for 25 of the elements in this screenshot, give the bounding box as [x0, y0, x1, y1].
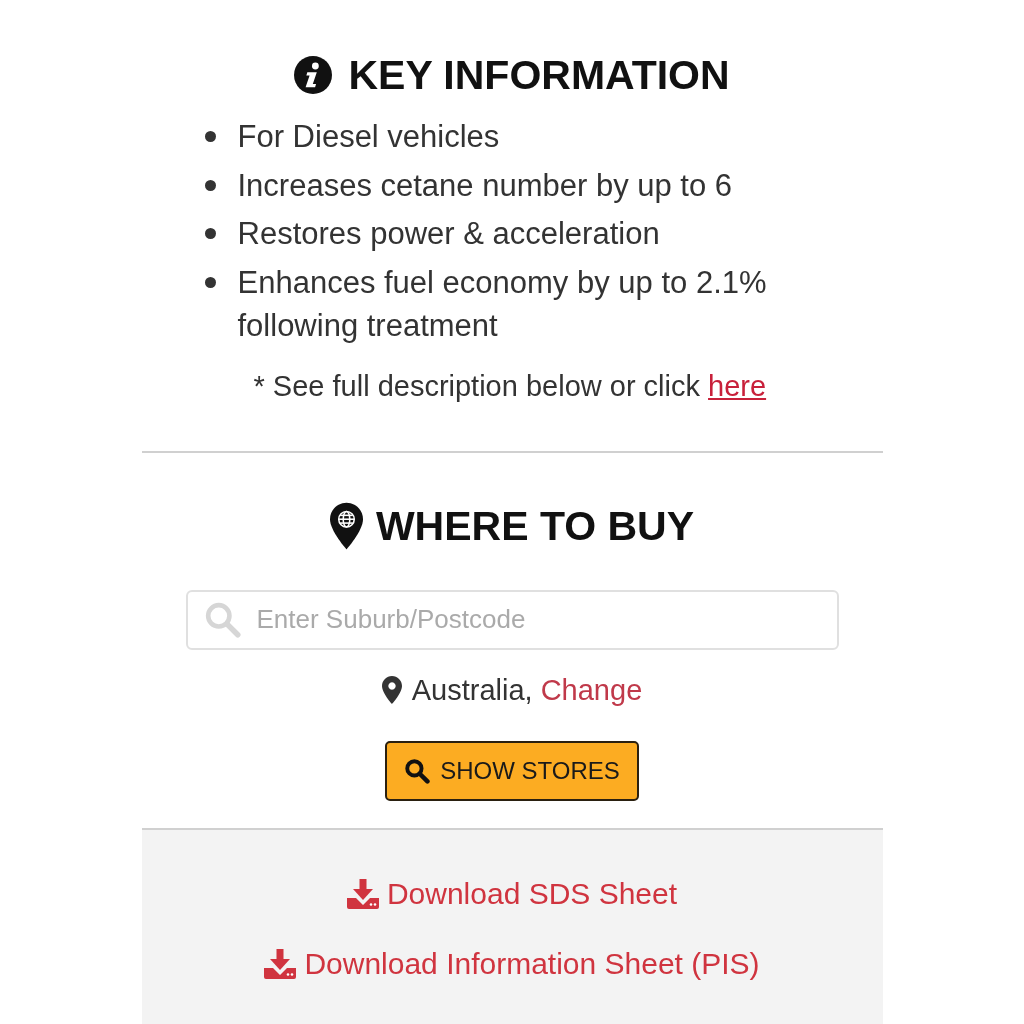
search-icon [203, 600, 241, 638]
bullet-text: For Diesel vehicles [237, 118, 501, 156]
download-link[interactable]: Download Information Sheet (PIS) [264, 943, 760, 984]
here-link[interactable]: here [708, 369, 767, 402]
bullet-text: Enhances fuel economy by up to 2.1% following treatment [237, 263, 768, 345]
bullet-text: Restores power & acceleration [237, 215, 661, 253]
globe-pin-icon [329, 501, 363, 550]
bullet-icon [204, 276, 216, 288]
bullet-text: Increases cetane number by up to 6 [237, 166, 734, 205]
map-pin-icon [381, 675, 402, 704]
download-link[interactable]: Download SDS Sheet [346, 873, 678, 914]
change-link[interactable]: Change [540, 673, 643, 706]
where-to-buy-heading: WHERE TO BUY [375, 501, 695, 550]
download-icon [346, 878, 379, 909]
footnote-text: * See full description below or click here [252, 368, 768, 404]
download-icon [264, 948, 297, 979]
bullet-icon [204, 228, 216, 239]
search-field[interactable]: Enter Suburb/Postcode [185, 589, 839, 650]
bullet-icon [204, 179, 216, 191]
info-icon [294, 56, 333, 94]
location-text: Australia, Change [411, 672, 643, 708]
show-stores-button[interactable]: SHOW STORES [385, 740, 639, 801]
key-information-heading: KEY INFORMATION [348, 51, 730, 99]
search-icon [404, 757, 431, 784]
bullet-icon [204, 131, 216, 142]
